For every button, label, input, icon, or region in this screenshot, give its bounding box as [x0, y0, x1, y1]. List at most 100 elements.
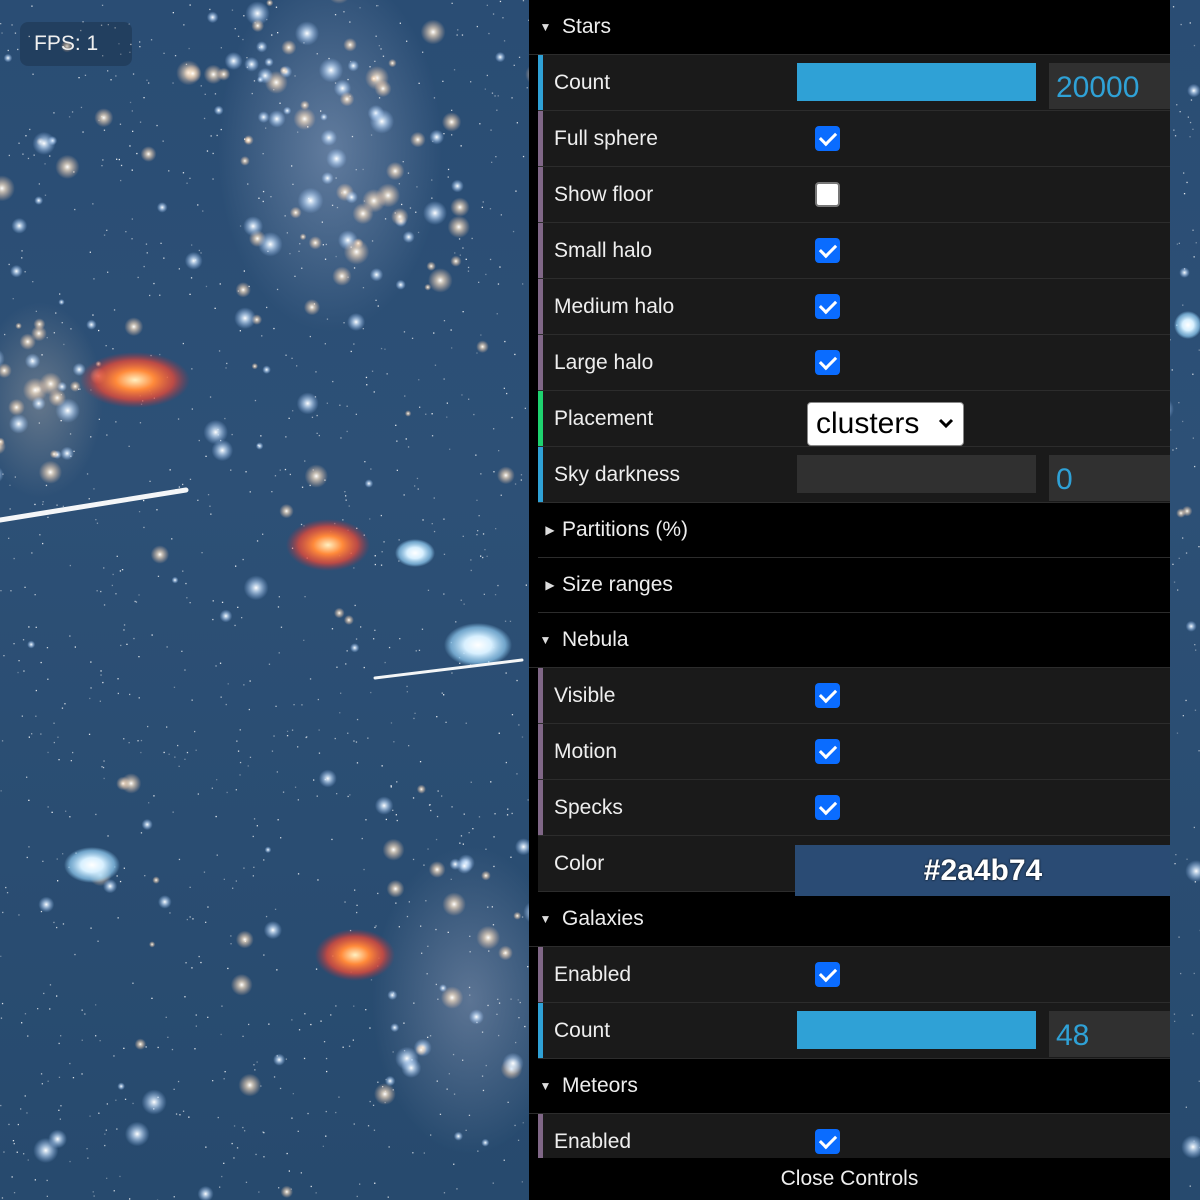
speck: [374, 555, 376, 557]
speck: [234, 28, 236, 30]
speck: [372, 1104, 375, 1106]
speck: [33, 154, 35, 156]
nebula-motion-label: Motion: [554, 739, 618, 763]
speck: [521, 736, 524, 738]
speck: [441, 795, 443, 797]
speck: [521, 916, 524, 918]
placement-select[interactable]: clusters: [807, 402, 964, 446]
speck: [419, 761, 422, 763]
speck: [297, 1130, 299, 1132]
folder-meteors-title[interactable]: ▼ Meteors: [529, 1059, 1170, 1114]
speck: [186, 597, 188, 599]
meteors-enabled-checkbox[interactable]: [815, 1129, 840, 1154]
show-floor-checkbox[interactable]: [815, 182, 840, 207]
speck: [103, 777, 105, 780]
speck: [253, 1064, 255, 1066]
speck: [345, 499, 347, 501]
nebula-specks-checkbox[interactable]: [815, 795, 840, 820]
speck: [49, 1008, 51, 1010]
speck: [1182, 420, 1184, 423]
folder-stars-title[interactable]: ▼ Stars: [529, 0, 1170, 55]
speck: [517, 1139, 520, 1141]
close-controls-button[interactable]: Close Controls: [529, 1158, 1170, 1200]
speck: [225, 703, 227, 706]
speck: [171, 538, 173, 540]
star: [140, 146, 157, 162]
stars-count-slider[interactable]: [797, 63, 1036, 101]
caret-down-icon: ▼: [539, 633, 552, 647]
folder-galaxies-title[interactable]: ▼ Galaxies: [529, 892, 1170, 947]
speck: [198, 249, 200, 252]
small-halo-checkbox[interactable]: [815, 238, 840, 263]
speck: [482, 556, 484, 559]
speck: [356, 911, 358, 914]
nebula-color-picker[interactable]: #2a4b74: [795, 845, 1170, 896]
nebula-visible-checkbox[interactable]: [815, 683, 840, 708]
star: [141, 818, 153, 831]
speck: [188, 47, 190, 50]
speck: [522, 0, 525, 2]
speck: [451, 134, 453, 136]
speck: [451, 672, 453, 674]
folder-size-ranges-title[interactable]: ▶ Size ranges: [538, 558, 1170, 613]
speck: [34, 503, 36, 506]
speck: [465, 1129, 467, 1131]
speck: [106, 229, 108, 231]
speck: [268, 663, 271, 665]
speck: [113, 1055, 115, 1057]
speck: [408, 745, 410, 747]
speck: [182, 1110, 185, 1112]
galaxy: [64, 847, 120, 883]
speck: [348, 505, 350, 507]
speck: [469, 951, 471, 953]
speck: [270, 196, 272, 198]
stars-count-input[interactable]: 20000: [1049, 63, 1170, 109]
nebula-motion-checkbox[interactable]: [815, 739, 840, 764]
medium-halo-checkbox[interactable]: [815, 294, 840, 319]
speck: [481, 1075, 484, 1077]
speck: [347, 795, 349, 798]
speck: [315, 1192, 317, 1194]
speck: [478, 281, 480, 283]
sky-darkness-slider[interactable]: [797, 455, 1036, 493]
galaxies-count-input[interactable]: 48: [1049, 1011, 1170, 1057]
speck: [138, 594, 140, 596]
speck: [232, 887, 234, 889]
speck: [153, 795, 155, 797]
star: [124, 1121, 150, 1147]
speck: [315, 968, 318, 970]
speck: [198, 439, 200, 442]
folder-partitions-title[interactable]: ▶ Partitions (%): [538, 503, 1170, 558]
speck: [216, 779, 218, 781]
speck: [522, 1122, 524, 1124]
star: [498, 945, 513, 961]
galaxies-enabled-checkbox[interactable]: [815, 962, 840, 987]
speck: [198, 955, 200, 958]
speck: [1170, 429, 1172, 431]
speck: [1174, 135, 1177, 137]
speck: [390, 722, 393, 724]
number-stripe: [538, 1003, 543, 1058]
medium-halo-row: Medium halo: [538, 279, 1170, 335]
folder-nebula-title[interactable]: ▼ Nebula: [529, 613, 1170, 668]
speck: [214, 93, 217, 95]
speck: [318, 434, 320, 437]
galaxies-count-slider[interactable]: [797, 1011, 1036, 1049]
speck: [219, 662, 222, 664]
full-sphere-checkbox[interactable]: [815, 126, 840, 151]
speck: [1192, 128, 1194, 130]
large-halo-checkbox[interactable]: [815, 350, 840, 375]
sky-darkness-input[interactable]: 0: [1049, 455, 1170, 501]
speck: [517, 999, 519, 1001]
speck: [518, 724, 520, 726]
speck: [81, 1073, 83, 1075]
speck: [14, 32, 17, 34]
speck: [102, 766, 105, 769]
speck: [134, 600, 136, 603]
speck: [252, 835, 254, 838]
number-stripe: [538, 447, 543, 502]
speck: [24, 271, 26, 273]
meteor: [373, 658, 524, 680]
speck: [1191, 1014, 1193, 1016]
speck: [427, 1036, 429, 1038]
